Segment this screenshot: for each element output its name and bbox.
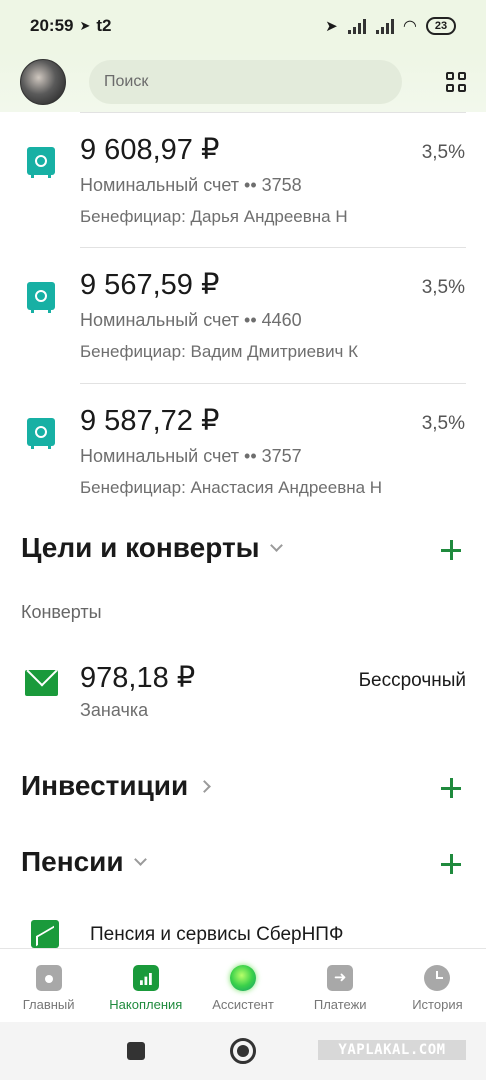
divider [80,112,466,113]
nav-label: Ассистент [212,997,274,1012]
pension-item-label[interactable]: Пенсия и сервисы СберНПФ [90,924,343,946]
account-rate: 3,5% [421,142,465,163]
add-investment-button[interactable] [441,778,461,798]
location-icon: ➤ [325,18,338,35]
account-amount: 9 567,59 ₽ [80,269,220,301]
history-icon [424,965,451,991]
add-pension-button[interactable] [441,854,461,874]
telegram-icon: ➤ [79,18,91,33]
nav-item-home[interactable]: Главный [0,949,97,1022]
app-header: Поиск [0,52,486,112]
account-rate: 3,5% [421,277,465,298]
envelope-name: Заначка [80,700,149,720]
investments-title: Инвестиции [21,770,189,801]
envelopes-subheading: Конверты [21,602,102,622]
divider [80,247,466,248]
home-button-icon[interactable] [230,1038,256,1064]
status-bar: 20:59 ➤ t2 ➤ ◠ 23 [0,0,486,52]
envelope-amount[interactable]: 978,18 ₽ [80,660,195,695]
nav-label: Платежи [313,997,367,1012]
search-input[interactable]: Поиск [89,60,402,104]
account-beneficiary: Бенефициар: Анастасия Андреевна Н [80,478,383,497]
nav-item-payments[interactable]: Платежи [292,949,389,1022]
goals-section-title[interactable]: Цели и конверты [21,532,283,564]
nav-item-history[interactable]: История [389,949,486,1022]
status-left: 20:59 ➤ t2 [30,16,112,36]
carrier-label: t2 [96,16,112,35]
nav-item-assistant[interactable]: Ассистент [194,949,291,1022]
nav-item-savings[interactable]: Накопления [97,949,194,1022]
account-number: Номинальный счет •• 3758 [80,175,302,195]
account-card[interactable]: 9 608,97 ₽ 3,5% Номинальный счет •• 3758… [0,112,486,248]
account-card[interactable]: 9 567,59 ₽ 3,5% Номинальный счет •• 4460… [0,247,486,383]
bottom-nav: Главный Накопления Ассистент Платежи Ист… [0,948,486,1022]
status-time: 20:59 [30,16,74,35]
home-icon [35,965,62,991]
account-card[interactable]: 9 587,72 ₽ 3,5% Номинальный счет •• 3757… [0,383,486,519]
envelope-term: Бессрочный [358,670,466,691]
wifi-icon: ◠ [403,18,416,35]
account-rate: 3,5% [421,413,465,434]
add-goal-button[interactable] [441,540,461,560]
assistant-icon [230,965,256,991]
catalog-grid-icon[interactable] [446,72,466,92]
pensions-title: Пенсии [21,846,124,877]
battery-level: 23 [434,20,448,32]
battery-icon: 23 [426,17,456,35]
safe-icon [27,282,55,313]
account-number: Номинальный счет •• 4460 [80,310,302,330]
account-amount: 9 608,97 ₽ [80,134,220,166]
payments-icon [327,965,354,991]
envelope-icon [25,670,58,696]
savings-icon [132,965,159,991]
signal-icon [375,18,394,34]
status-right: ➤ ◠ 23 [325,16,456,36]
nav-label: Накопления [109,997,183,1012]
signal-icon [347,18,366,34]
goals-title: Цели и конверты [21,532,260,563]
chevron-down-icon [133,852,147,866]
account-amount: 9 587,72 ₽ [80,405,220,437]
nav-label: Главный [22,997,75,1012]
pensions-section-title[interactable]: Пенсии [21,846,147,878]
account-number: Номинальный счет •• 3757 [80,446,302,466]
nav-label: История [412,997,463,1012]
divider [80,383,466,384]
chevron-down-icon [269,538,283,552]
account-beneficiary: Бенефициар: Вадим Дмитриевич К [80,342,359,361]
investments-section-title[interactable]: Инвестиции [21,770,212,802]
search-placeholder: Поиск [104,73,149,90]
recent-apps-icon[interactable] [127,1042,145,1060]
chevron-right-icon [198,779,212,793]
pension-chart-icon [31,920,59,948]
account-beneficiary: Бенефициар: Дарья Андреевна Н [80,207,348,226]
watermark: YAPLAKAL.COM [318,1040,466,1060]
safe-icon [27,147,55,178]
avatar[interactable] [20,59,66,105]
safe-icon [27,418,55,449]
